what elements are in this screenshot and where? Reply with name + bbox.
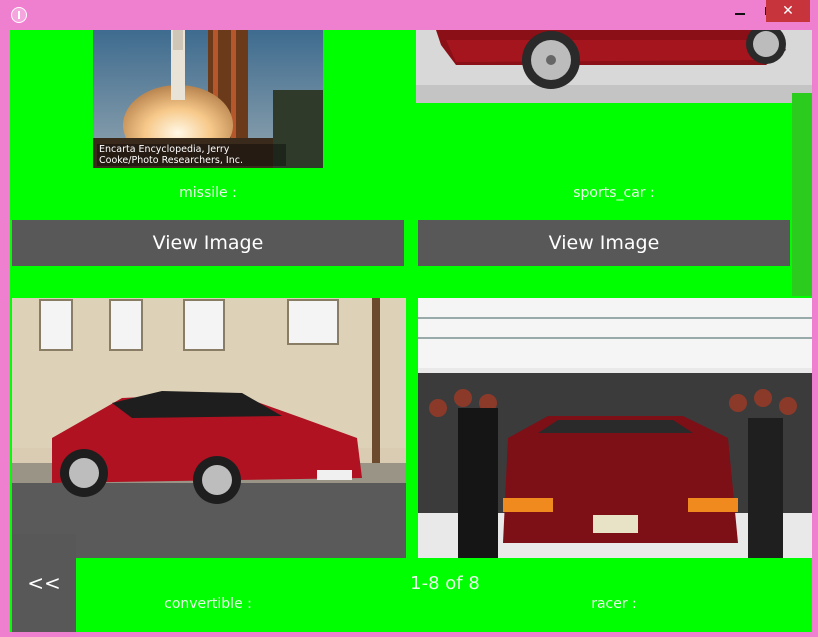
card-sports-car: sports_car : View Image bbox=[416, 30, 812, 292]
racer-photo bbox=[418, 298, 812, 558]
missile-image: Encarta Encyclopedia, Jerry Cooke/Photo … bbox=[93, 30, 323, 168]
close-icon: ✕ bbox=[782, 3, 794, 19]
label-racer: racer : bbox=[591, 596, 637, 612]
racer-image bbox=[418, 298, 812, 558]
sports-car-image bbox=[416, 30, 812, 103]
convertible-image bbox=[12, 298, 406, 558]
view-image-button-sports-car[interactable]: View Image bbox=[418, 220, 790, 266]
pagination-status: 1-8 of 8 bbox=[410, 573, 480, 594]
previous-page-button[interactable]: << bbox=[12, 534, 76, 632]
app-window: ✕ Encarta Encyclopedia, Jerry Cooke/Phot… bbox=[0, 0, 818, 637]
label-sports-car: sports_car : bbox=[573, 185, 655, 201]
sports-car-photo bbox=[416, 30, 812, 103]
title-bar[interactable]: ✕ bbox=[0, 0, 818, 30]
gallery-content[interactable]: Encarta Encyclopedia, Jerry Cooke/Photo … bbox=[10, 30, 812, 632]
image-caption: Encarta Encyclopedia, Jerry Cooke/Photo … bbox=[97, 144, 286, 166]
label-missile: missile : bbox=[179, 185, 237, 201]
convertible-photo bbox=[12, 298, 406, 558]
app-icon bbox=[11, 7, 27, 23]
scrollbar-thumb[interactable] bbox=[792, 93, 812, 313]
minimize-button[interactable] bbox=[725, 0, 755, 22]
close-button[interactable]: ✕ bbox=[766, 0, 810, 22]
view-image-button-missile[interactable]: View Image bbox=[12, 220, 404, 266]
minimize-icon bbox=[735, 13, 745, 15]
card-missile: Encarta Encyclopedia, Jerry Cooke/Photo … bbox=[10, 30, 406, 292]
